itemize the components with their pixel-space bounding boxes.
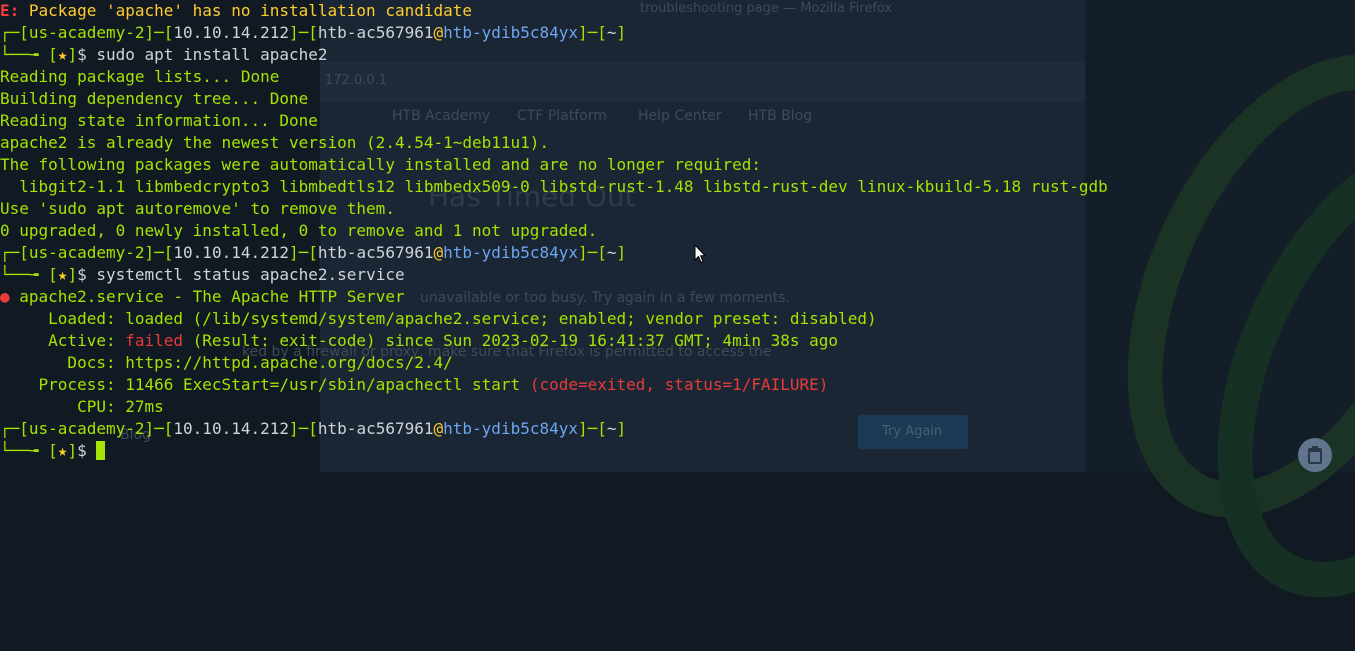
error-prefix: E: (0, 1, 20, 20)
prompt-host: htb-ydib5c84yx (443, 23, 578, 42)
output-line: libgit2-1.1 libmbedcrypto3 libmbedtls12 … (0, 177, 1108, 196)
command-systemctl-status: systemctl status apache2.service (86, 265, 405, 284)
prompt-dir: ~ (606, 243, 617, 262)
prompt-host: htb-ydib5c84yx (443, 419, 578, 438)
active-state: failed (125, 331, 184, 350)
command-line: └──╼ [★]$ sudo apt install apache2 (0, 45, 328, 64)
service-line: ● apache2.service - The Apache HTTP Serv… (0, 286, 1355, 308)
loaded-line: Loaded: loaded (/lib/systemd/system/apac… (0, 309, 877, 328)
error-line: E: Package 'apache' has no installation … (0, 0, 1355, 22)
output-line: The following packages were automaticall… (0, 155, 761, 174)
prompt-dir: ~ (606, 23, 617, 42)
active-label: Active: (0, 331, 126, 350)
status-dot-icon: ● (0, 287, 10, 306)
cpu-line: CPU: 27ms (0, 397, 164, 416)
prompt-user: htb-ac567961 (317, 23, 434, 42)
prompt-star: ★ (57, 441, 68, 460)
output-line: Reading state information... Done (0, 111, 318, 130)
prompt-line: ┌─[us-academy-2]─[10.10.14.212]─[htb-ac5… (0, 419, 627, 438)
active-line: Active: failed (Result: exit-code) since… (0, 330, 1355, 352)
prompt-at: @ (433, 243, 444, 262)
active-detail: (Result: exit-code) since Sun 2023-02-19… (183, 331, 839, 350)
error-message: Package 'apache' has no installation can… (19, 1, 473, 20)
prompt-at: @ (433, 23, 444, 42)
prompt-dollar: $ (77, 45, 87, 64)
prompt-user-box: us-academy-2 (28, 419, 145, 438)
text-cursor[interactable] (96, 441, 106, 460)
prompt-dollar: $ (77, 265, 87, 284)
docs-line: Docs: https://httpd.apache.org/docs/2.4/ (0, 353, 453, 372)
prompt-host: htb-ydib5c84yx (443, 243, 578, 262)
command-input-line[interactable]: └──╼ [★]$ (0, 440, 1355, 462)
service-title: apache2.service - The Apache HTTP Server (9, 287, 405, 306)
command-line: └──╼ [★]$ systemctl status apache2.servi… (0, 265, 405, 284)
terminal[interactable]: E: Package 'apache' has no installation … (0, 0, 1355, 472)
output-line: Reading package lists... Done (0, 67, 280, 86)
output-line: Use 'sudo apt autoremove' to remove them… (0, 199, 395, 218)
output-line: 0 upgraded, 0 newly installed, 0 to remo… (0, 221, 598, 240)
prompt-ip: 10.10.14.212 (173, 419, 289, 438)
prompt-dir: ~ (606, 419, 617, 438)
prompt-user: htb-ac567961 (317, 419, 434, 438)
process-label: Process: 11466 ExecStart=/usr/sbin/apach… (0, 375, 530, 394)
prompt-star: ★ (57, 265, 68, 284)
prompt-user-box: us-academy-2 (28, 243, 145, 262)
prompt-at: @ (433, 419, 444, 438)
prompt-ip: 10.10.14.212 (173, 243, 289, 262)
output-line: Building dependency tree... Done (0, 89, 309, 108)
prompt-star: ★ (57, 45, 68, 64)
prompt-ip: 10.10.14.212 (173, 23, 289, 42)
process-line: Process: 11466 ExecStart=/usr/sbin/apach… (0, 374, 1355, 396)
process-status: (code=exited, status=1/FAILURE) (529, 375, 829, 394)
prompt-user: htb-ac567961 (317, 243, 434, 262)
output-line: apache2 is already the newest version (2… (0, 133, 550, 152)
prompt-line: ┌─[us-academy-2]─[10.10.14.212]─[htb-ac5… (0, 23, 627, 42)
command-apt-install: sudo apt install apache2 (86, 45, 328, 64)
prompt-dollar: $ (77, 441, 87, 460)
prompt-line: ┌─[us-academy-2]─[10.10.14.212]─[htb-ac5… (0, 243, 627, 262)
prompt-user-box: us-academy-2 (28, 23, 145, 42)
